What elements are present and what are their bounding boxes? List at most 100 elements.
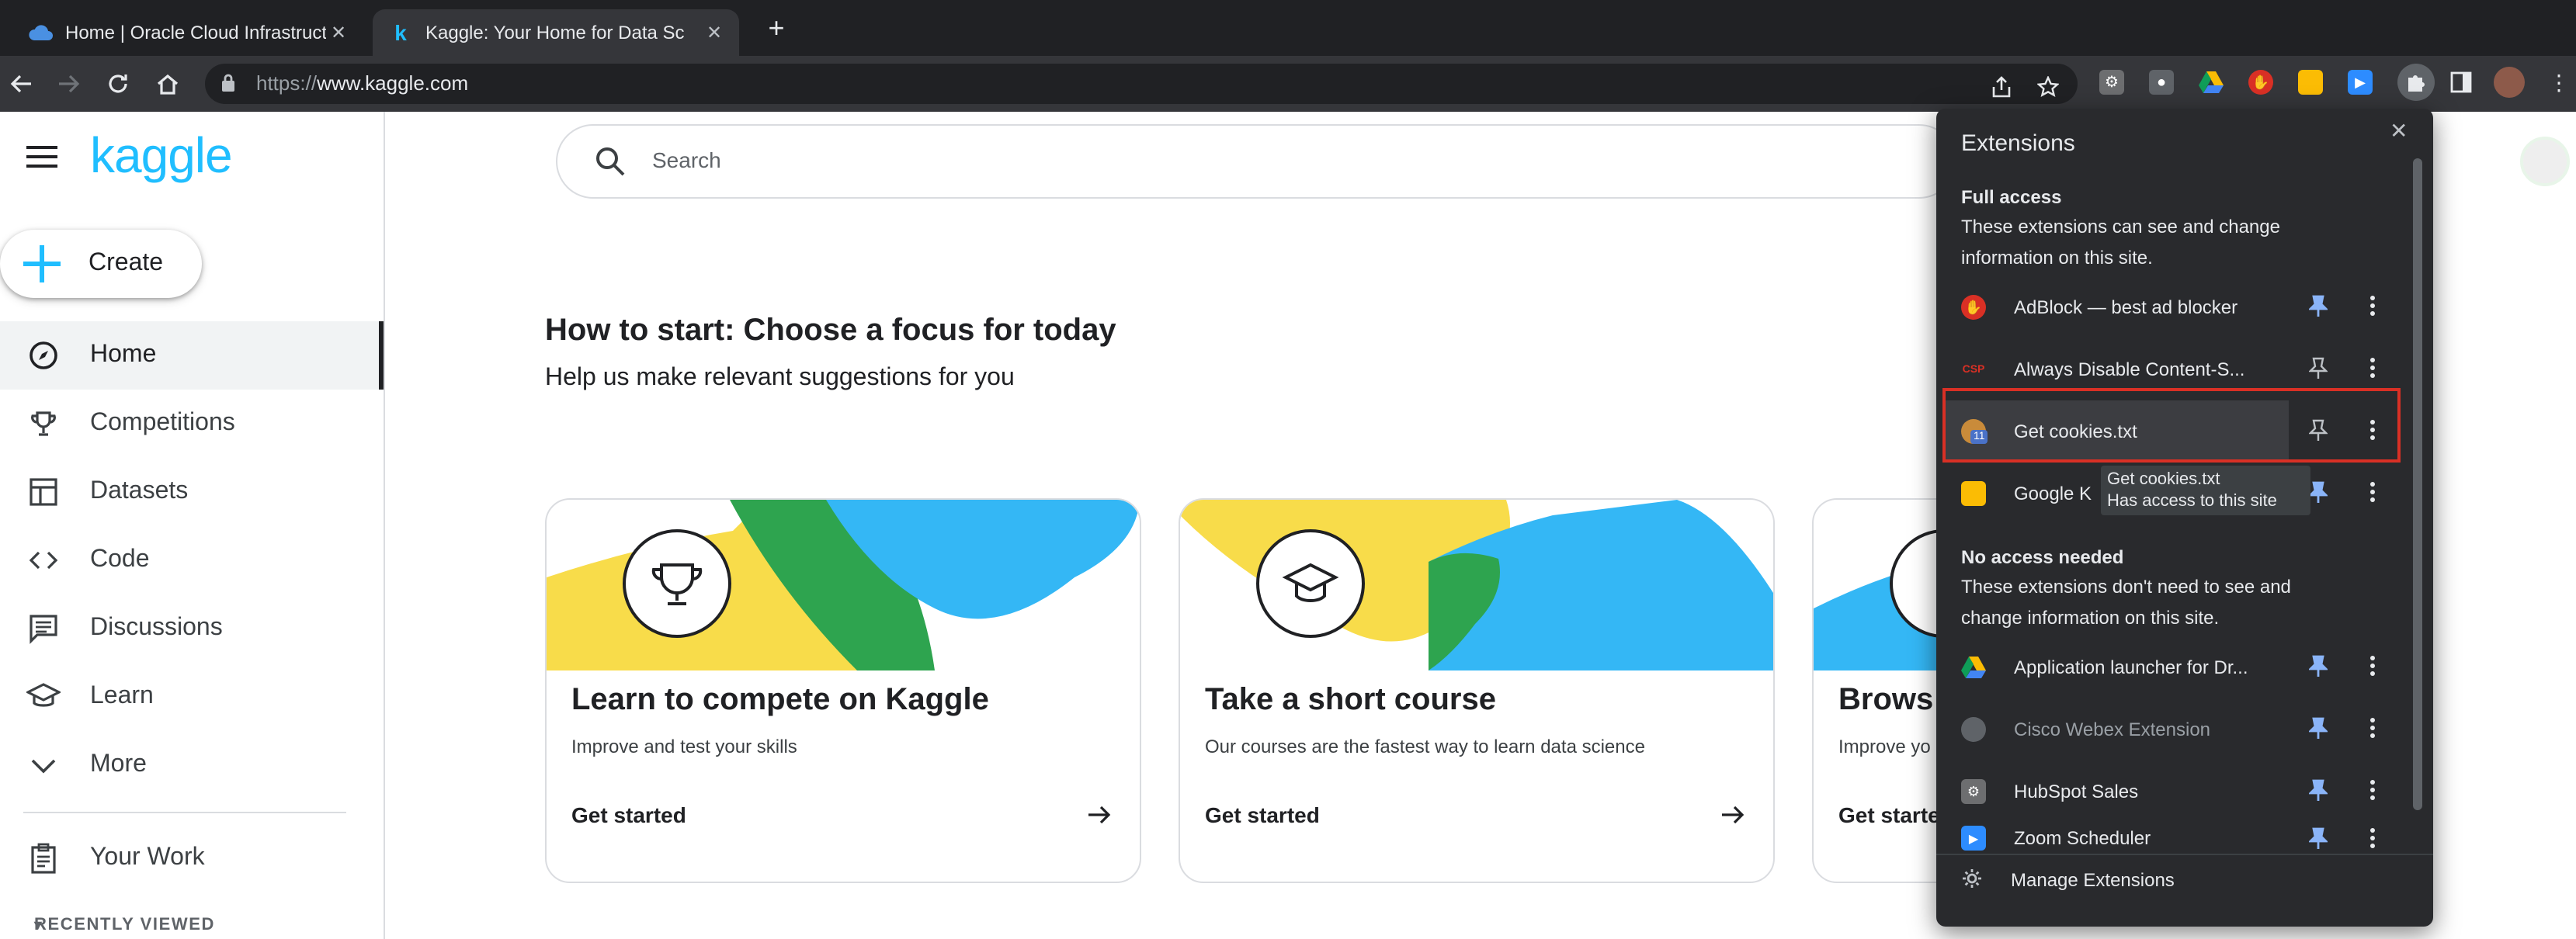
more-options-icon[interactable]: [2369, 357, 2376, 386]
extension-item-hubspot[interactable]: ⚙ HubSpot Sales: [1942, 761, 2408, 823]
more-options-icon[interactable]: [2369, 655, 2376, 684]
badge: 11: [1970, 430, 1988, 444]
more-options-icon[interactable]: [2369, 295, 2376, 324]
adblock-icon[interactable]: ✋: [2248, 70, 2273, 95]
card-description: Improve and test your skills: [571, 736, 797, 757]
focus-card-course[interactable]: Take a short course Our courses are the …: [1179, 498, 1775, 883]
extension-item-drive-launcher[interactable]: Application launcher for Dr...: [1942, 636, 2408, 698]
sidebar-item-learn[interactable]: Learn: [0, 663, 384, 731]
get-started-link[interactable]: Get started: [1205, 802, 1320, 827]
no-access-heading: No access needed: [1961, 546, 2124, 568]
plus-icon: [19, 241, 65, 287]
active-indicator: [379, 321, 384, 390]
sidebar-item-label: Datasets: [90, 478, 189, 504]
sidebar-item-code[interactable]: Code: [0, 526, 384, 594]
address-bar[interactable]: https://www.kaggle.com: [205, 64, 2078, 104]
google-keep-icon[interactable]: [2298, 70, 2323, 95]
pin-icon[interactable]: [2307, 717, 2329, 747]
extension-item-webex[interactable]: Cisco Webex Extension: [1942, 698, 2408, 761]
webex-icon[interactable]: ●: [2149, 70, 2174, 95]
side-panel-icon[interactable]: [2449, 70, 2474, 95]
sidebar-item-label: Competitions: [90, 410, 235, 436]
hamburger-menu-icon[interactable]: [26, 146, 57, 175]
new-tab-button[interactable]: +: [761, 14, 792, 45]
pin-icon[interactable]: [2307, 827, 2329, 854]
sidebar-item-label: Home: [90, 341, 157, 368]
gear-icon: [1961, 868, 1986, 892]
forward-button[interactable]: [53, 68, 84, 99]
close-icon[interactable]: ✕: [702, 22, 727, 43]
create-button[interactable]: Create: [0, 230, 202, 298]
card-illustration: [547, 500, 1140, 670]
close-icon[interactable]: ✕: [2390, 118, 2408, 144]
zoom-icon[interactable]: ▶: [2348, 70, 2373, 95]
user-avatar[interactable]: [2520, 137, 2570, 186]
full-access-description: These extensions can see and change info…: [1961, 216, 2280, 269]
google-drive-icon: [1961, 655, 1986, 680]
sidebar-item-discussions[interactable]: Discussions: [0, 594, 384, 663]
extension-name: AdBlock — best ad blocker: [2014, 296, 2238, 318]
search-icon: [595, 146, 626, 185]
zoom-icon: ▶: [1961, 826, 1986, 851]
more-options-icon[interactable]: [2369, 481, 2376, 511]
sidebar-item-datasets[interactable]: Datasets: [0, 458, 384, 526]
discussion-icon: [25, 610, 62, 647]
pin-icon[interactable]: [2307, 295, 2329, 324]
more-options-icon[interactable]: [2369, 827, 2376, 854]
lock-icon: [220, 73, 236, 101]
extension-item-adblock[interactable]: ✋ AdBlock — best ad blocker: [1942, 276, 2408, 338]
pin-icon[interactable]: [2307, 655, 2329, 684]
csp-icon: CSP: [1962, 364, 1985, 375]
cloud-icon: [28, 20, 53, 45]
hubspot-icon[interactable]: ⚙: [2099, 70, 2124, 95]
pin-icon[interactable]: [2308, 357, 2328, 386]
url-text: https://www.kaggle.com: [256, 71, 469, 95]
kaggle-logo[interactable]: kaggle: [90, 127, 233, 185]
google-keep-icon: [1961, 481, 1986, 506]
chevron-down-icon: [25, 747, 62, 784]
sidebar-item-your-work[interactable]: Your Work: [0, 824, 384, 892]
tab-oracle[interactable]: Home | Oracle Cloud Infrastructu ✕: [12, 9, 363, 56]
extension-name: Always Disable Content-S...: [2014, 359, 2245, 380]
pin-icon[interactable]: [2307, 481, 2329, 511]
manage-extensions-button[interactable]: Manage Extensions: [1961, 868, 2175, 892]
card-description: Our courses are the fastest way to learn…: [1205, 736, 1645, 757]
reload-button[interactable]: [102, 68, 134, 99]
more-options-icon[interactable]: [2369, 717, 2376, 747]
card-title: Brows: [1838, 683, 1934, 717]
sidebar-item-more[interactable]: More: [0, 731, 384, 799]
close-icon[interactable]: ✕: [326, 22, 351, 43]
extension-name: Application launcher for Dr...: [2014, 657, 2248, 678]
tooltip: Get cookies.txt Has access to this site: [2101, 466, 2310, 515]
kaggle-k-icon: k: [394, 20, 407, 45]
compass-icon: [25, 337, 62, 374]
scrollbar[interactable]: [2413, 158, 2422, 810]
table-icon: [25, 473, 62, 511]
share-icon[interactable]: [1991, 76, 2012, 106]
focus-card-compete[interactable]: Learn to compete on Kaggle Improve and t…: [545, 498, 1141, 883]
search-input[interactable]: Search: [556, 124, 1956, 199]
bookmark-star-icon[interactable]: [2036, 75, 2060, 106]
card-title: Learn to compete on Kaggle: [571, 683, 989, 717]
back-button[interactable]: [6, 68, 37, 99]
pin-icon[interactable]: [2307, 779, 2329, 809]
sidebar-item-home[interactable]: Home: [0, 321, 384, 390]
get-started-link[interactable]: Get started: [571, 802, 686, 827]
kebab-menu-icon[interactable]: ⋮: [2546, 69, 2571, 95]
sidebar-item-competitions[interactable]: Competitions: [0, 390, 384, 458]
no-access-description: These extensions don't need to see and c…: [1961, 576, 2291, 629]
more-options-icon[interactable]: [2369, 779, 2376, 809]
tab-kaggle[interactable]: k Kaggle: Your Home for Data Sc ✕: [373, 9, 739, 56]
extension-name: HubSpot Sales: [2014, 781, 2139, 802]
avatar[interactable]: [2494, 67, 2525, 98]
extension-name: Zoom Scheduler: [2014, 827, 2151, 849]
arrow-right-icon[interactable]: [1087, 804, 1112, 833]
home-button[interactable]: [152, 68, 183, 99]
get-started-link[interactable]: Get starte: [1838, 802, 1940, 827]
sidebar-item-label: Discussions: [90, 615, 223, 641]
arrow-right-icon[interactable]: [1720, 804, 1745, 833]
extensions-puzzle-icon[interactable]: [2397, 64, 2435, 101]
extension-item-zoom[interactable]: ▶ Zoom Scheduler: [1942, 823, 2408, 854]
clipboard-icon: [25, 840, 62, 877]
google-drive-icon[interactable]: [2199, 70, 2224, 95]
